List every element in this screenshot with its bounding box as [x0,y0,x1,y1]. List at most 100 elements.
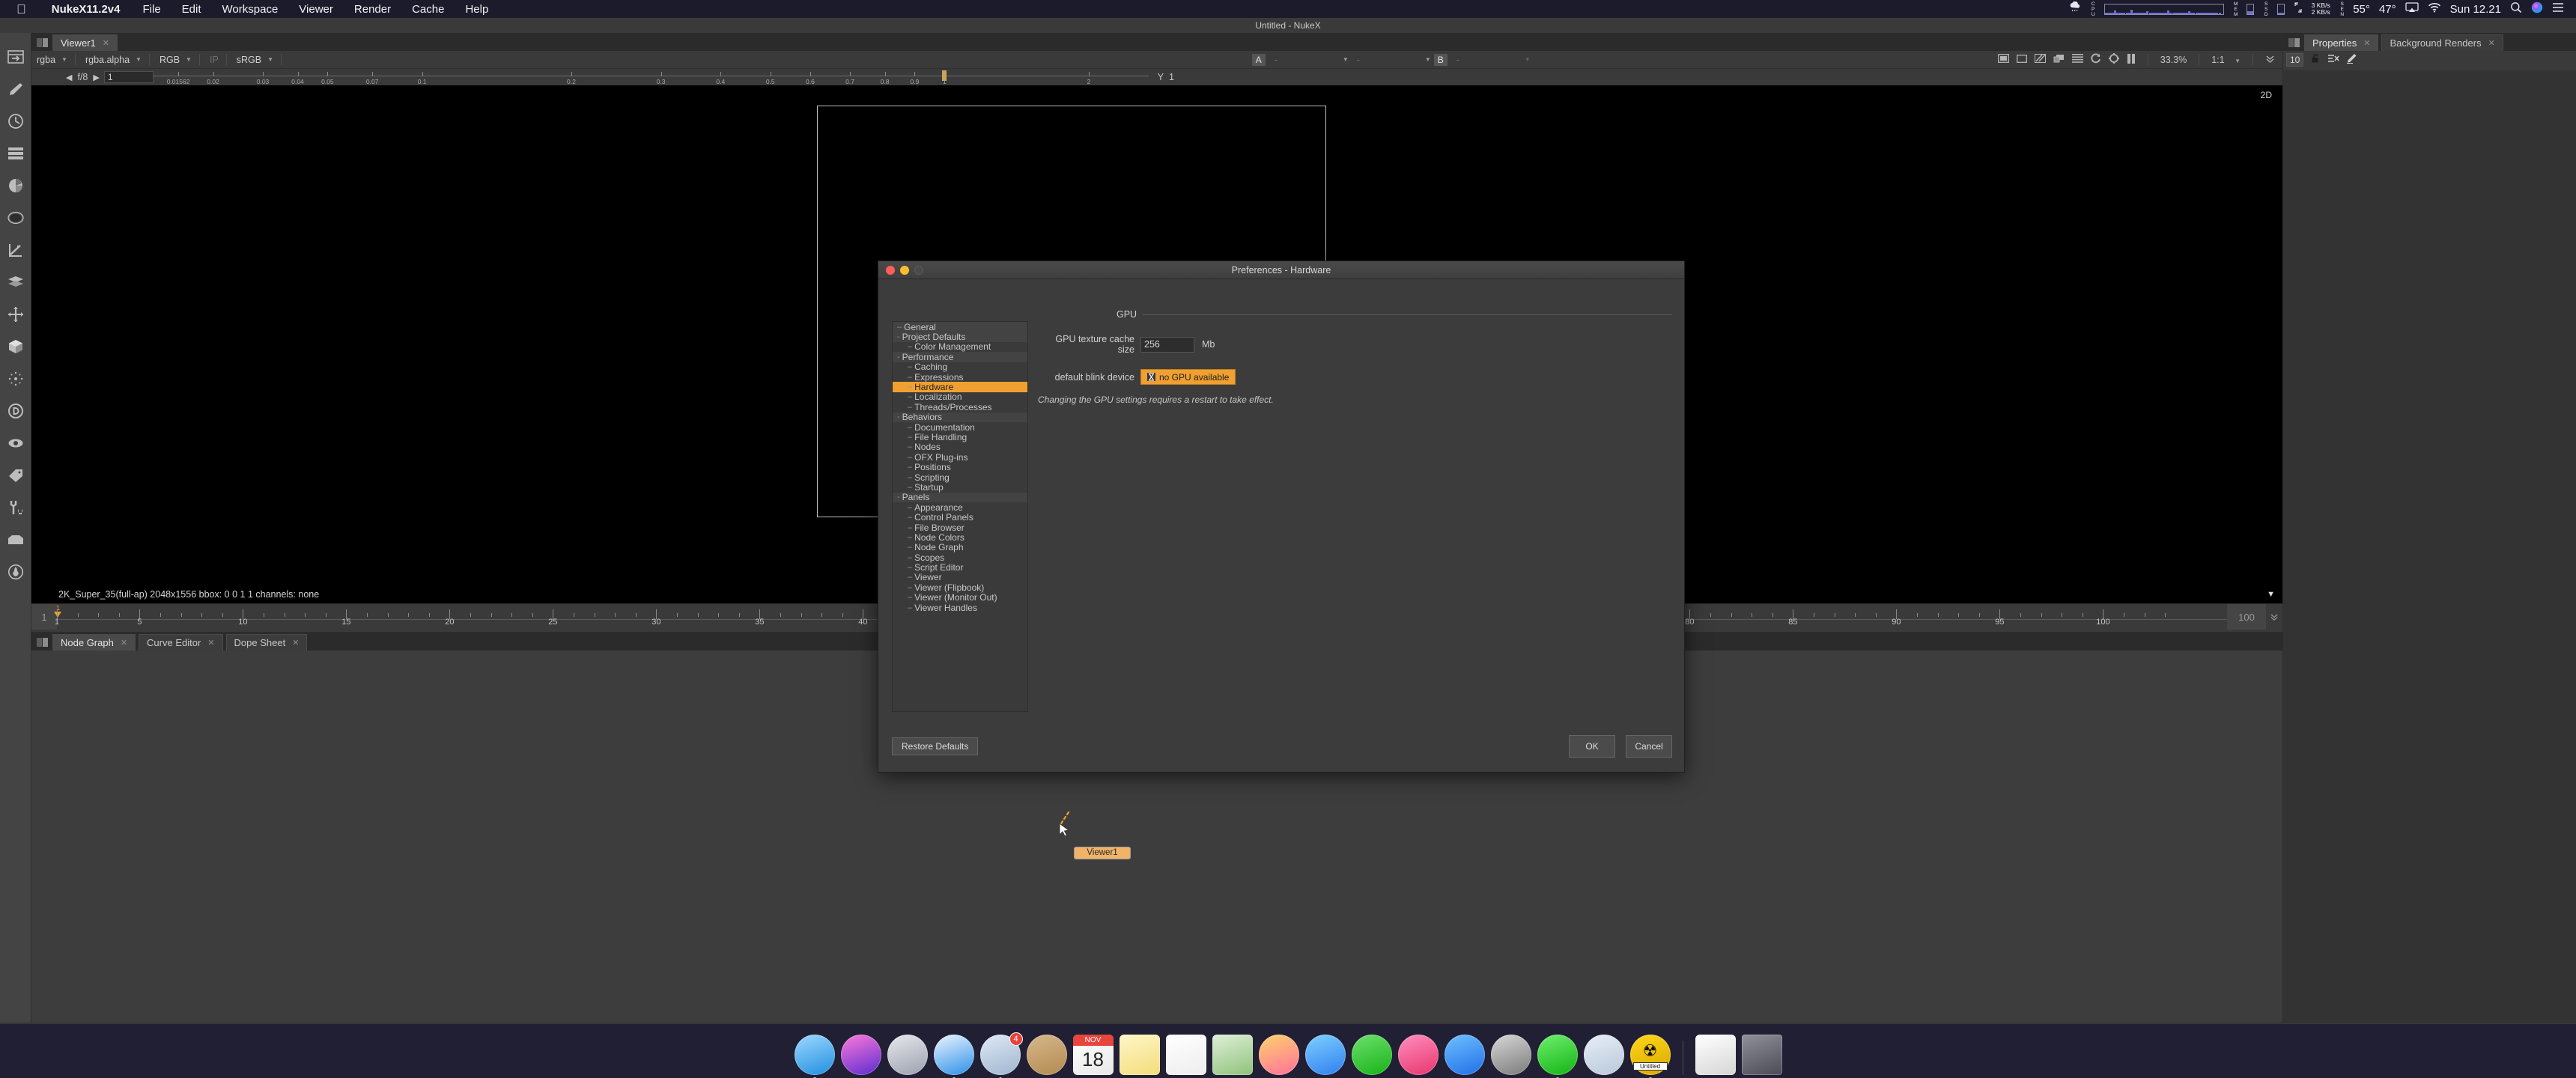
pref-tree-item-ofx-plug-ins[interactable]: – OFX Plug-ins [893,452,1027,463]
channel-icon[interactable] [0,137,31,169]
proxy-icon[interactable] [1997,54,2009,65]
unlock-icon[interactable] [2310,53,2321,67]
double-chevron-down-icon[interactable] [2266,604,2282,630]
pref-tree-item-nodes[interactable]: – Nodes [893,442,1027,452]
blink-device-dropdown[interactable]: no GPU available [1140,369,1236,385]
3d-icon[interactable] [0,330,31,362]
layer-dropdown[interactable]: rgba ▼ [31,53,70,67]
menu-app-name[interactable]: NukeX11.2v4 [40,3,133,16]
menu-cache[interactable]: Cache [401,3,455,16]
dock-item-reminders[interactable] [1165,1035,1206,1075]
wifi-icon[interactable] [2428,2,2441,16]
furnace-icon[interactable] [0,555,31,588]
gain-stepper[interactable]: ◀ f/8 ▶ [31,72,100,82]
close-icon[interactable]: ✕ [103,38,109,48]
dock-item-photos[interactable] [1258,1035,1299,1075]
zoom-value[interactable]: 33.3% [2160,55,2187,65]
gpu-cache-input[interactable]: 256 [1140,336,1194,353]
pref-tree-item-viewer-handles[interactable]: – Viewer Handles [893,603,1027,613]
close-icon[interactable]: ✕ [2488,38,2495,48]
close-icon[interactable]: ✕ [2363,38,2370,48]
edit-icon[interactable] [2346,53,2357,67]
dock-item-app-store[interactable] [1444,1035,1485,1075]
network-arrows-icon[interactable] [2294,2,2303,16]
cpu-graph[interactable] [2103,3,2224,15]
panel-grip-icon[interactable] [34,634,51,651]
pref-tree-item-node-graph[interactable]: – Node Graph [893,542,1027,552]
format-icon[interactable] [2016,54,2027,65]
pref-tree-item-threads-processes[interactable]: – Threads/Processes [893,402,1027,412]
siri-icon[interactable] [2531,1,2543,16]
pref-tree-item-scopes[interactable]: – Scopes [893,552,1027,563]
merge-icon[interactable] [0,266,31,298]
metadata-icon[interactable] [0,459,31,491]
time-icon[interactable] [0,105,31,137]
dock-item-itunes[interactable] [1397,1035,1439,1075]
dock-item-whatsapp[interactable] [1537,1035,1578,1078]
pref-tree-item-viewer-flipbook[interactable]: – Viewer (Flipbook) [893,582,1027,593]
control-center-icon[interactable] [2552,2,2564,16]
b-buffer-button[interactable]: B [1433,53,1448,66]
views-icon[interactable] [0,427,31,459]
toolsets-icon[interactable] [0,491,31,523]
pref-tree-item-script-editor[interactable]: – Script Editor [893,562,1027,573]
node-viewer1[interactable]: Viewer1 [1074,847,1131,859]
chevron-down-icon[interactable]: ▼ [2267,590,2275,599]
pref-tree-item-color-management[interactable]: – Color Management [893,341,1027,352]
dock-item-mail[interactable]: 4 [979,1032,1023,1078]
cancel-button[interactable]: Cancel [1626,735,1672,758]
dock-item-launchpad[interactable] [887,1035,928,1075]
panel-grip-icon[interactable] [34,34,51,51]
viewer-mode-2d[interactable]: 2D [2261,90,2272,100]
properties-content[interactable] [2283,70,2576,1023]
b-input-dropdown[interactable]: - ▼ [1451,53,1534,67]
dock-item-nuke[interactable]: ☢ Untitled [1629,1035,1671,1078]
color-icon[interactable] [0,169,31,201]
ip-toggle[interactable]: IP [204,53,222,67]
compare-mode-dropdown[interactable]: - ▼ [1352,53,1434,67]
dock-item-facetime[interactable] [1351,1035,1392,1075]
a-input-dropdown[interactable]: - ▼ [1269,53,1352,67]
pref-tree-item-caching[interactable]: – Caching [893,362,1027,372]
pref-tree-item-viewer[interactable]: – Viewer [893,572,1027,582]
dock-item-siri[interactable] [840,1035,881,1075]
dock-item-notes[interactable] [1119,1035,1160,1075]
max-panels-field[interactable]: 10 [2286,53,2304,67]
current-frame-field[interactable]: 1 [31,604,57,630]
other-icon[interactable] [0,523,31,555]
menu-file[interactable]: File [133,3,171,16]
pref-tree-item-expressions[interactable]: – Expressions [893,372,1027,383]
pref-tree-item-localization[interactable]: – Localization [893,392,1027,402]
pref-tree-item-viewer-monitor-out[interactable]: – Viewer (Monitor Out) [893,592,1027,603]
pref-tree-item-panels[interactable]: - Panels [893,492,1027,502]
gamma-stepper[interactable]: Y 1 [1149,72,1174,82]
particles-icon[interactable] [0,362,31,395]
pref-tree-item-behaviors[interactable]: - Behaviors [893,412,1027,422]
import-icon[interactable] [0,40,31,73]
expander-icon[interactable]: - [897,353,900,362]
tab-node-graph[interactable]: Node Graph ✕ [52,634,136,651]
pref-tree-item-hardware[interactable]: – Hardware [893,382,1027,392]
restore-defaults-button[interactable]: Restore Defaults [892,737,979,755]
preferences-dialog[interactable]: Preferences - Hardware – General - Project … [878,261,1685,773]
gate-icon[interactable] [2108,53,2119,66]
ratio-dropdown[interactable]: 1:1 ▼ [2211,55,2241,65]
display-dropdown[interactable]: RGB ▼ [154,53,195,67]
dock-item-contacts[interactable] [1026,1035,1067,1075]
wipe-icon[interactable] [2034,54,2046,65]
pref-tree-item-node-colors[interactable]: – Node Colors [893,532,1027,543]
tab-properties[interactable]: Properties ✕ [2304,34,2379,51]
panel-grip-icon[interactable] [2286,34,2303,51]
pref-tree-item-control-panels[interactable]: – Control Panels [893,512,1027,523]
gain-handle[interactable] [942,70,947,81]
menu-help[interactable]: Help [455,3,499,16]
pref-tree-item-documentation[interactable]: – Documentation [893,422,1027,433]
memory-meter[interactable] [2247,3,2255,15]
channel-dropdown[interactable]: rgba.alpha ▼ [80,53,145,67]
pref-tree-item-project-defaults[interactable]: - Project Defaults [893,332,1027,342]
dock-item-messages[interactable] [1304,1035,1346,1075]
end-frame-field[interactable]: 100 [2227,604,2266,630]
expander-icon[interactable]: - [897,412,900,421]
refresh-icon[interactable] [2091,53,2101,66]
tab-curve-editor[interactable]: Curve Editor ✕ [139,634,223,651]
